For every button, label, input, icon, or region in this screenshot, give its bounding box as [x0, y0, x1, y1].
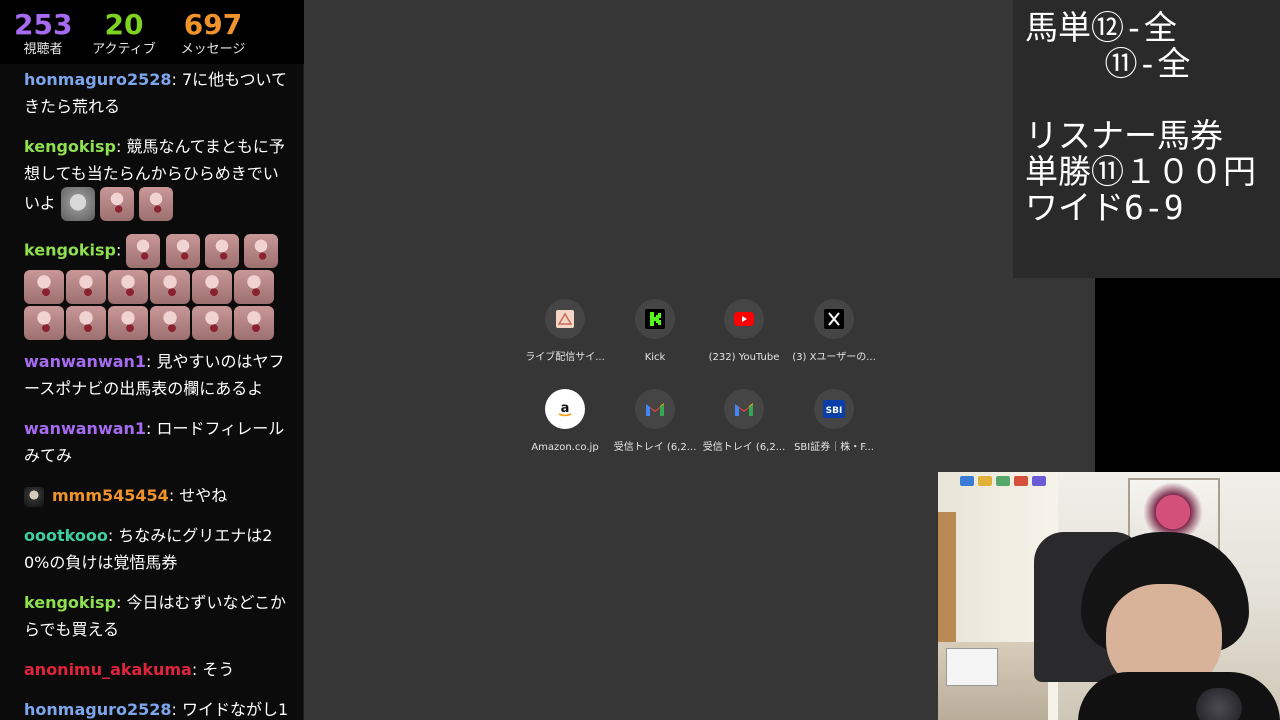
youtube-icon [724, 299, 764, 339]
sbi-icon: SBI [814, 389, 854, 429]
screaming-cat-emote-icon [66, 270, 106, 304]
screaming-cat-emote-icon [108, 270, 148, 304]
chat-username[interactable]: oootkooo [24, 526, 108, 545]
cat-emote-icon [60, 187, 95, 221]
screaming-cat-emote-icon [150, 306, 190, 340]
chat-username[interactable]: kengokisp [24, 593, 116, 612]
screaming-cat-emote-icon [192, 270, 232, 304]
chat-username[interactable]: kengokisp [24, 137, 116, 156]
chat-username[interactable]: wanwanwan1 [24, 419, 146, 438]
amazon-icon: a [545, 389, 585, 429]
chat-message: wanwanwan1: ロードフィレールみてみ [24, 419, 285, 465]
bet-line: リスナー馬券 [1025, 116, 1223, 155]
chat-message: oootkooo: ちなみにグリエナは20%の負けは覚悟馬券 [24, 526, 273, 572]
chat-text: せやね [179, 486, 228, 505]
svg-text:SBI: SBI [826, 406, 843, 416]
shortcut-title: ライブ配信サイ... [525, 352, 605, 363]
shortcut-title: (232) YouTube [708, 352, 780, 363]
screaming-cat-emote-icon [138, 187, 173, 221]
viewers-label: 視聴者 [23, 42, 63, 57]
shortcut-title: Amazon.co.jp [531, 442, 599, 453]
chat-message: wanwanwan1: 見やすいのはヤフースポナビの出馬表の欄にあるよ [24, 352, 285, 398]
screaming-cat-emote-icon [66, 306, 106, 340]
shortcut-x[interactable]: (3) Xユーザーの... [782, 299, 886, 365]
gmail-icon [724, 389, 764, 429]
screaming-cat-emote-icon [108, 306, 148, 340]
chat-message: mmm545454: せやね [24, 482, 289, 509]
chat-username[interactable]: anonimu_akakuma [24, 660, 192, 679]
stream-stats: 253 視聴者 20 アクティブ 697 メッセージ [0, 0, 304, 64]
gmail-icon [635, 389, 675, 429]
messages-count: 697 [183, 8, 243, 41]
active-stat: 20 アクティブ [86, 8, 162, 58]
screaming-cat-emote-icon [126, 234, 161, 268]
shortcut-title: 受信トレイ (6,2... [702, 442, 786, 453]
chat-username[interactable]: honmaguro2528 [24, 700, 172, 719]
chat-message: honmaguro2528: ワイドながし11 4581217 [24, 696, 289, 720]
screaming-cat-emote-icon [234, 270, 274, 304]
webcam-feed [938, 472, 1280, 720]
shortcut-sbi[interactable]: SBI SBI証券｜株・F... [782, 389, 886, 455]
active-count: 20 [104, 8, 144, 41]
screaming-cat-emote-icon [243, 234, 278, 268]
betting-info-overlay: 馬単⑫-全 ⑪-全 リスナー馬券 単勝⑪１００円 ワイド6-9 [1013, 0, 1280, 278]
kick-icon [635, 299, 675, 339]
shortcut-gmail-2[interactable]: 受信トレイ (6,2... [692, 389, 796, 455]
chat-username[interactable]: mmm545454 [52, 486, 169, 505]
screaming-cat-emote-icon [24, 270, 64, 304]
chat-message: kengokisp: [24, 234, 289, 340]
x-icon [814, 299, 854, 339]
screaming-cat-emote-icon [24, 306, 64, 340]
shortcut-amazon[interactable]: a Amazon.co.jp [513, 389, 617, 455]
chat-message: anonimu_akakuma: そう [24, 660, 235, 679]
viewers-stat: 253 視聴者 [14, 8, 72, 58]
shortcut-youtube[interactable]: (232) YouTube [692, 299, 796, 365]
shortcut-live-streaming[interactable]: ライブ配信サイ... [513, 299, 617, 365]
bet-line: 単勝⑪１００円 [1025, 152, 1256, 191]
active-label: アクティブ [92, 42, 156, 57]
bet-line [1025, 82, 1280, 118]
messages-label: メッセージ [180, 42, 246, 57]
microphone-icon [1196, 688, 1242, 720]
live-streaming-icon [545, 299, 585, 339]
chat-username[interactable]: wanwanwan1 [24, 352, 146, 371]
chat-message: kengokisp: 競馬なんてまともに予想しても当たらんからひらめきでいいよ [24, 133, 289, 221]
chat-message: kengokisp: 今日はむずいなどこからでも買える [24, 593, 287, 639]
chat-panel[interactable]: honmaguro2528: 7に他もついてきたら荒れる kengokisp: … [0, 64, 307, 720]
screaming-cat-emote-icon [234, 306, 274, 340]
screaming-cat-emote-icon [204, 234, 239, 268]
bet-line: 馬単⑫-全 [1025, 8, 1177, 47]
svg-text:a: a [561, 401, 570, 416]
bet-line: ワイド6-9 [1025, 188, 1184, 227]
user-avatar [24, 486, 44, 507]
screaming-cat-emote-icon [192, 306, 232, 340]
shortcut-title: SBI証券｜株・F... [794, 442, 874, 453]
chat-text: そう [202, 660, 235, 679]
messages-stat: 697 メッセージ [170, 8, 256, 58]
screaming-cat-emote-icon [150, 270, 190, 304]
screaming-cat-emote-icon [165, 234, 200, 268]
chat-username[interactable]: honmaguro2528 [24, 70, 172, 89]
shortcut-title: (3) Xユーザーの... [792, 352, 876, 363]
screaming-cat-emote-icon [99, 187, 134, 221]
bet-line: ⑪-全 [1025, 44, 1191, 83]
viewers-count: 253 [14, 8, 73, 41]
chat-message: honmaguro2528: 7に他もついてきたら荒れる [24, 70, 288, 116]
emote-grid [24, 270, 289, 340]
chat-username[interactable]: kengokisp [24, 241, 116, 260]
